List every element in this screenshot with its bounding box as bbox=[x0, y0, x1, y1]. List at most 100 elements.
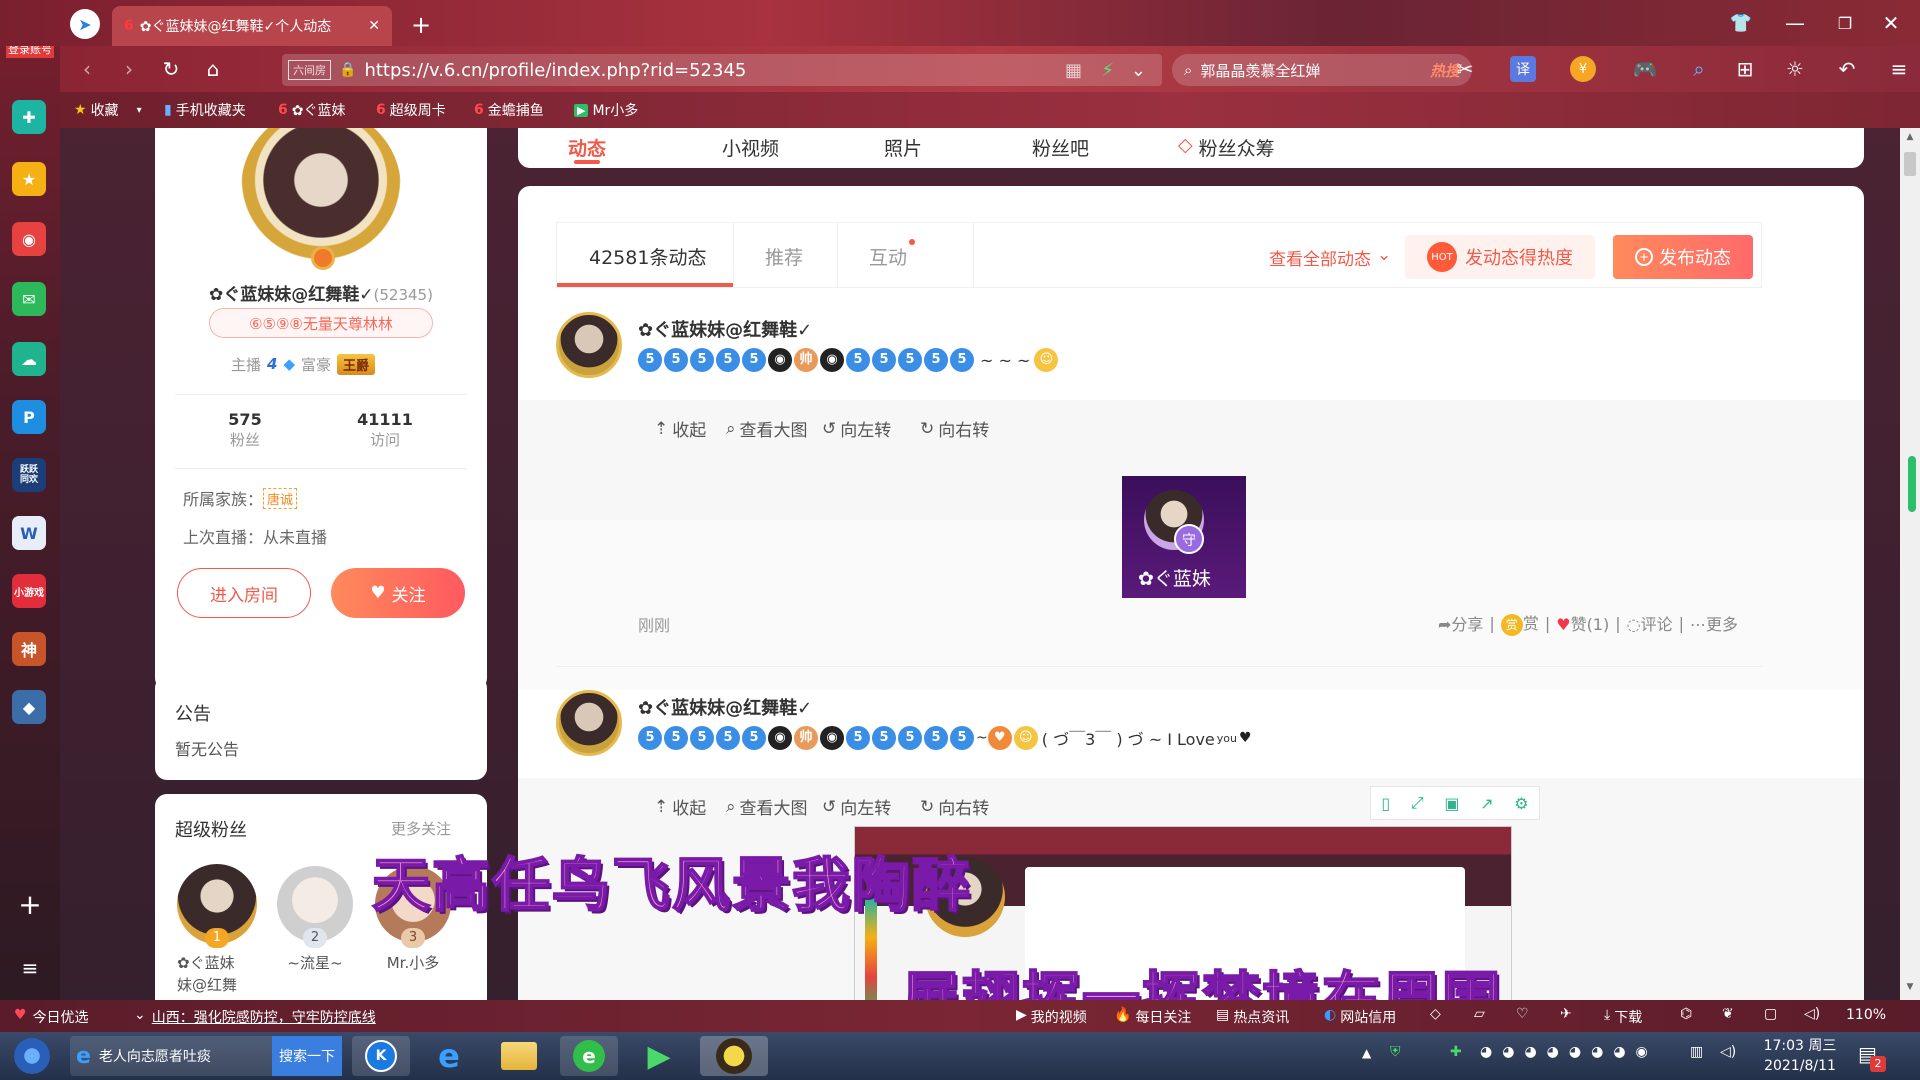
save-tool-icon[interactable]: ▣ bbox=[1444, 794, 1459, 813]
scroll-down-icon[interactable]: ▼ bbox=[1904, 982, 1916, 994]
qq-icon[interactable]: ◕ bbox=[1524, 1044, 1536, 1060]
new-tab-icon[interactable]: + bbox=[406, 10, 436, 40]
search-tool-icon[interactable]: ⌕ bbox=[1686, 56, 1712, 82]
qq-icon[interactable]: ◕ bbox=[1502, 1044, 1514, 1060]
qq-icon[interactable]: ◕ bbox=[1569, 1044, 1581, 1060]
window-status-icon[interactable]: ▢ bbox=[1764, 1006, 1777, 1022]
share-tool-icon[interactable]: ↗ bbox=[1480, 794, 1493, 813]
post-author[interactable]: ✿ぐ蓝妹妹@红舞鞋✓ bbox=[638, 316, 812, 342]
enter-room-button[interactable]: 进入房间 bbox=[177, 568, 311, 618]
chevron-down-icon[interactable]: ⌄ bbox=[1131, 60, 1146, 81]
p-icon[interactable]: P bbox=[12, 400, 46, 434]
search-text[interactable]: 郭晶晶羡慕全红婵 bbox=[1200, 60, 1320, 81]
back-icon[interactable]: ‹ bbox=[74, 56, 100, 82]
bookmark-mobile[interactable]: ▮ 手机收藏夹 bbox=[164, 100, 246, 120]
volume-status-icon[interactable]: ◁) bbox=[1804, 1006, 1820, 1022]
url-text[interactable]: https://v.6.cn/profile/index.php?rid=523… bbox=[364, 60, 746, 81]
coin-icon[interactable]: ¥ bbox=[1570, 56, 1596, 82]
clock[interactable]: 17:03 周三 2021/8/11 bbox=[1760, 1036, 1840, 1076]
post-author[interactable]: ✿ぐ蓝妹妹@红舞鞋✓ bbox=[638, 694, 812, 720]
network-tray-icon[interactable]: ▥ bbox=[1690, 1044, 1703, 1060]
leaf-status-icon[interactable]: ❦ bbox=[1722, 1006, 1734, 1022]
tab-recommend[interactable]: 推荐 bbox=[765, 243, 803, 270]
post-avatar[interactable] bbox=[556, 690, 622, 756]
ie-task[interactable]: e bbox=[420, 1036, 478, 1076]
rocket-status-icon[interactable]: ✈ bbox=[1560, 1006, 1572, 1022]
collapse-button[interactable]: ⇡ 收起 bbox=[654, 794, 706, 820]
address-bar[interactable]: 六间房 🔒 https://v.6.cn/profile/index.php?r… bbox=[282, 54, 1162, 86]
photo-viewer-task[interactable] bbox=[700, 1036, 768, 1076]
rotate-right-button[interactable]: ↻ 向右转 bbox=[920, 794, 989, 820]
like-button[interactable]: ♥赞(1) bbox=[1556, 611, 1609, 635]
search-box[interactable]: ⌕ 郭晶晶羡慕全红婵 热搜 bbox=[1172, 54, 1472, 86]
explorer-task[interactable] bbox=[490, 1036, 548, 1076]
shirt-icon[interactable]: 👕 bbox=[1726, 8, 1756, 38]
weibo-icon[interactable]: ◉ bbox=[12, 222, 46, 256]
undo-icon[interactable]: ↶ bbox=[1832, 56, 1862, 82]
refresh-icon[interactable]: ↻ bbox=[158, 56, 184, 82]
browser-task[interactable]: e bbox=[560, 1036, 618, 1076]
hot-post-button[interactable]: HOT 发动态得热度 bbox=[1405, 235, 1595, 279]
page-scrollbar[interactable]: ▲ ▼ bbox=[1900, 128, 1920, 1000]
home-icon[interactable]: ⌂ bbox=[200, 56, 226, 82]
daily-focus-link[interactable]: 🔥 每日关注 bbox=[1114, 1007, 1191, 1027]
qq-plus-tray-icon[interactable]: ✚ bbox=[1450, 1044, 1462, 1060]
more-follow-link[interactable]: 更多关注 bbox=[391, 818, 451, 839]
fan-name-3[interactable]: Mr.小多 bbox=[375, 952, 451, 973]
star-icon[interactable]: ★ bbox=[12, 162, 46, 196]
comment-button[interactable]: ◌评论 bbox=[1627, 611, 1673, 635]
tab-all-posts[interactable]: 42581条动态 bbox=[589, 243, 706, 270]
close-window-icon[interactable]: ✕ bbox=[1876, 8, 1906, 38]
god-icon[interactable]: 神 bbox=[12, 632, 46, 666]
tab-interaction[interactable]: 互动 bbox=[869, 243, 907, 270]
qq-icon[interactable]: ◕ bbox=[1591, 1044, 1603, 1060]
tab-fan-bar[interactable]: 粉丝吧 bbox=[1032, 134, 1089, 161]
rotate-right-button[interactable]: ↻ 向右转 bbox=[920, 416, 989, 442]
forward-icon[interactable]: › bbox=[116, 56, 142, 82]
add-icon[interactable]: + bbox=[14, 888, 46, 921]
lightning-icon[interactable]: ⚡ bbox=[1101, 60, 1114, 81]
rotate-left-button[interactable]: ↺ 向左转 bbox=[822, 416, 891, 442]
publish-post-button[interactable]: + 发布动态 bbox=[1613, 235, 1753, 279]
my-video-link[interactable]: ▶ 我的视频 bbox=[1016, 1007, 1087, 1027]
brightness-icon[interactable]: ☼ bbox=[1782, 56, 1808, 82]
fans-stat[interactable]: 575 粉丝 bbox=[195, 410, 295, 450]
bookmark-fishing[interactable]: 6 金蟾捕鱼 bbox=[474, 100, 544, 120]
bookmark-lanmei[interactable]: 6 ✿ぐ蓝妹 bbox=[278, 100, 345, 120]
grid-icon[interactable]: ⊞ bbox=[1732, 56, 1758, 82]
qq-icon[interactable]: ◕ bbox=[1613, 1044, 1625, 1060]
share-button[interactable]: ➦分享 bbox=[1438, 611, 1483, 635]
site-credit-link[interactable]: ◐ 网站信用 bbox=[1324, 1007, 1396, 1027]
cloud-icon[interactable]: ☁ bbox=[12, 342, 46, 376]
family-badge[interactable]: 唐诚 bbox=[263, 487, 298, 509]
bookmark-tool-icon[interactable]: ▯ bbox=[1381, 794, 1390, 813]
qq-icon[interactable]: ◕ bbox=[1547, 1044, 1559, 1060]
start-button[interactable] bbox=[8, 1036, 56, 1076]
tab-dynamics[interactable]: 动态 bbox=[568, 134, 606, 161]
view-large-button[interactable]: ⌕ 查看大图 bbox=[726, 416, 808, 442]
qq-icon[interactable]: ◕ bbox=[1480, 1044, 1492, 1060]
today-pick[interactable]: ♥ 今日优选 bbox=[14, 1007, 89, 1027]
player-task[interactable]: ▶ bbox=[630, 1036, 688, 1076]
more-button[interactable]: ⋯更多 bbox=[1690, 611, 1738, 635]
chart-status-icon[interactable]: ▱ bbox=[1474, 1006, 1485, 1022]
heart-status-icon[interactable]: ♡ bbox=[1516, 1006, 1529, 1022]
mail-icon[interactable]: ✉ bbox=[12, 282, 46, 316]
fan-name-2[interactable]: ~流星~ bbox=[277, 952, 353, 973]
volume-tray-icon[interactable]: ◁) bbox=[1720, 1044, 1736, 1060]
qr-icon[interactable]: ▦ bbox=[1065, 60, 1082, 81]
ie-search-task[interactable]: e 老人向志愿者吐痰 搜索一下 bbox=[70, 1036, 342, 1076]
settings-tool-icon[interactable]: ⚙ bbox=[1514, 794, 1528, 813]
side-scroll-indicator[interactable] bbox=[1908, 456, 1916, 512]
fan-badge[interactable]: ⑥⑤⑨⑧无量天尊林林 bbox=[209, 308, 433, 338]
restore-icon[interactable]: ❐ bbox=[1830, 8, 1860, 38]
tab-profile[interactable]: 6 ✿ぐ蓝妹妹@红舞鞋✓个人动态 ✕ bbox=[112, 6, 392, 46]
game2-icon[interactable]: ◆ bbox=[12, 690, 46, 724]
translate-icon[interactable]: 译 bbox=[1510, 56, 1536, 82]
game-icon[interactable]: 跃跃 同欢 bbox=[12, 458, 46, 492]
reward-button[interactable]: 赏赏 bbox=[1500, 610, 1539, 636]
zoom-level[interactable]: 110% bbox=[1846, 1007, 1886, 1023]
security-tray-icon[interactable]: ⛨ bbox=[1390, 1044, 1401, 1060]
news-ticker[interactable]: ⌄ 山西：强化院感防控，守牢防控底线 bbox=[134, 1007, 376, 1027]
close-tab-icon[interactable]: ✕ bbox=[368, 18, 380, 34]
